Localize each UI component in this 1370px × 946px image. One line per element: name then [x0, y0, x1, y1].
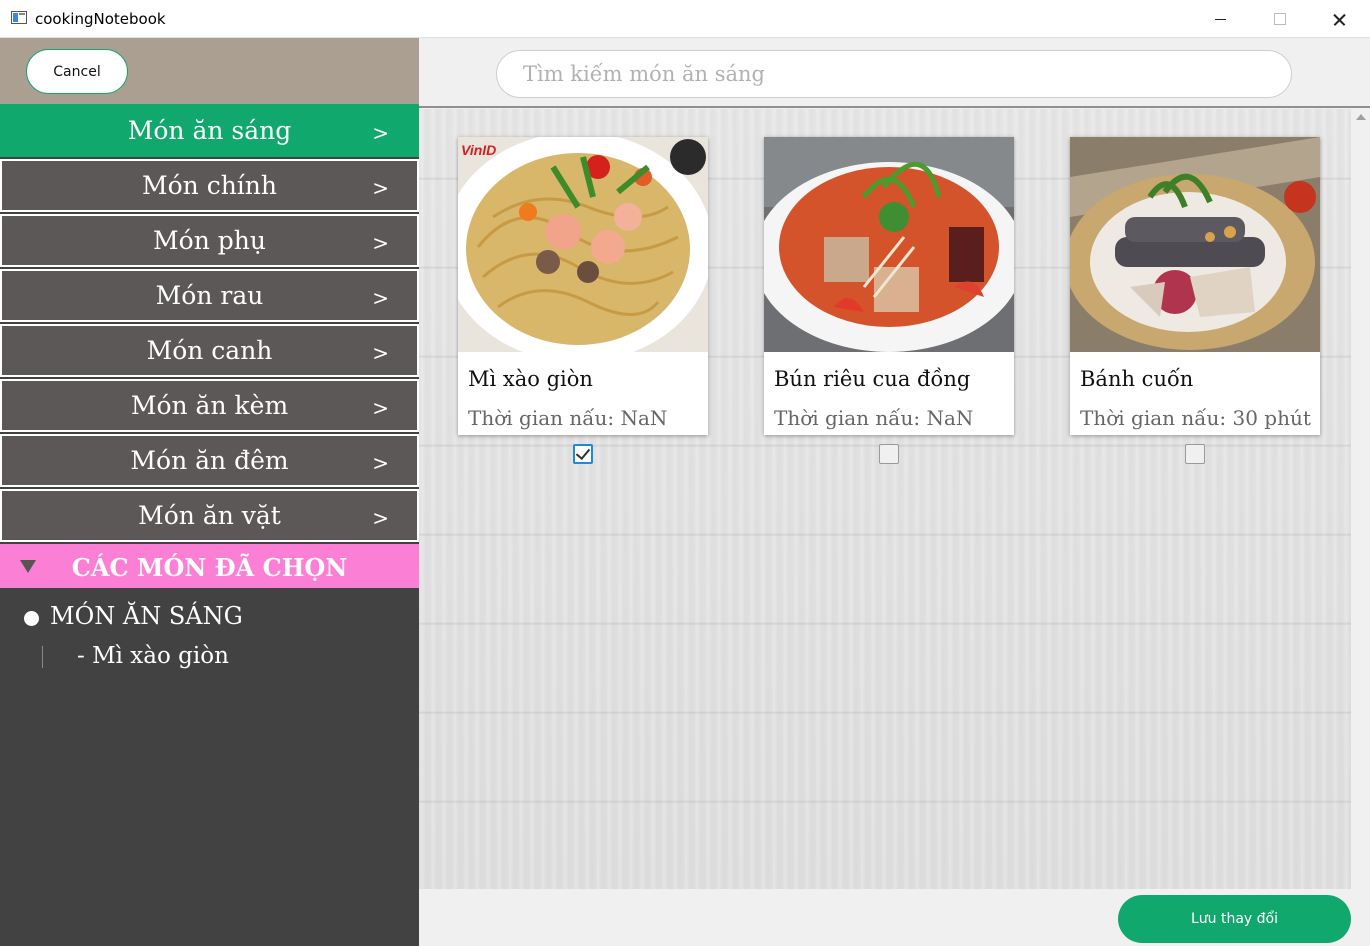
tree-group-label: MÓN ĂN SÁNG — [50, 602, 243, 630]
selected-dishes-title: CÁC MÓN ĐÃ CHỌN — [71, 553, 348, 582]
chevron-right-icon: > — [372, 451, 389, 475]
sidebar-header: Cancel — [0, 38, 419, 104]
category-item-mon-an-dem[interactable]: Món ăn đêm > — [0, 434, 419, 487]
dish-cook-time: Thời gian nấu: NaN — [468, 406, 668, 430]
category-list: Món ăn sáng > Món chính > Món phụ > Món … — [0, 104, 419, 544]
vertical-scrollbar[interactable] — [1351, 109, 1370, 889]
category-label: Món canh — [146, 336, 273, 365]
category-label: Món chính — [142, 171, 277, 200]
category-label: Món rau — [155, 281, 264, 310]
tree-item-label: - Mì xào giòn — [77, 643, 229, 669]
search-bar-area — [419, 38, 1370, 108]
chevron-right-icon: > — [372, 176, 389, 200]
dish-card[interactable]: VinID Mì xào giòn Thời gian nấu: NaN — [458, 137, 708, 435]
dish-grid: VinID Mì xào giòn Thời gian nấu: NaN Bún… — [419, 109, 1351, 889]
dish-image — [1070, 137, 1320, 352]
sidebar: Cancel Món ăn sáng > Món chính > Món phụ… — [0, 38, 419, 946]
window-title: cookingNotebook — [35, 10, 166, 28]
category-label: Món ăn sáng — [127, 116, 292, 145]
category-item-mon-rau[interactable]: Món rau > — [0, 269, 419, 322]
chevron-right-icon: > — [372, 231, 389, 255]
category-item-mon-an-vat[interactable]: Món ăn vặt > — [0, 489, 419, 542]
search-input[interactable] — [496, 50, 1292, 98]
chevron-right-icon: > — [372, 396, 389, 420]
dish-name: Bánh cuốn — [1080, 367, 1194, 391]
tree-connector — [42, 646, 43, 668]
category-label: Món ăn kèm — [130, 391, 289, 420]
dish-checkbox[interactable] — [573, 444, 593, 464]
checkmark-icon — [575, 444, 591, 461]
watermark-text: VinID — [461, 142, 497, 158]
save-changes-button[interactable]: Lưu thay đổi — [1118, 895, 1351, 943]
category-item-mon-phu[interactable]: Món phụ > — [0, 214, 419, 267]
chevron-right-icon: > — [372, 341, 389, 365]
chevron-right-icon: > — [372, 121, 389, 145]
dish-name: Bún riêu cua đồng — [774, 367, 971, 391]
category-label: Món ăn đêm — [130, 446, 289, 475]
chevron-right-icon: > — [372, 506, 389, 530]
dish-card[interactable]: Bún riêu cua đồng Thời gian nấu: NaN — [764, 137, 1014, 435]
dish-name: Mì xào giòn — [468, 367, 593, 391]
category-item-mon-an-kem[interactable]: Món ăn kèm > — [0, 379, 419, 432]
category-label: Món ăn vặt — [138, 501, 281, 530]
close-icon[interactable] — [1316, 0, 1362, 38]
minimize-icon[interactable] — [1198, 0, 1244, 38]
dish-image — [764, 137, 1014, 352]
selected-dishes-header[interactable]: CÁC MÓN ĐÃ CHỌN — [0, 544, 419, 588]
dish-cook-time: Thời gian nấu: NaN — [774, 406, 974, 430]
dish-checkbox[interactable] — [879, 444, 899, 464]
dish-cook-time: Thời gian nấu: 30 phút — [1080, 406, 1311, 430]
bullet-icon — [24, 611, 39, 626]
category-label: Món phụ — [153, 226, 266, 255]
scroll-up-icon[interactable] — [1356, 114, 1366, 120]
category-item-mon-chinh[interactable]: Món chính > — [0, 159, 419, 212]
app-icon — [11, 11, 27, 24]
cancel-button[interactable]: Cancel — [26, 49, 128, 94]
dish-checkbox[interactable] — [1185, 444, 1205, 464]
chevron-right-icon: > — [372, 286, 389, 310]
dish-card[interactable]: Bánh cuốn Thời gian nấu: 30 phút — [1070, 137, 1320, 435]
title-bar: cookingNotebook — [0, 0, 1370, 38]
category-item-mon-canh[interactable]: Món canh > — [0, 324, 419, 377]
category-item-mon-an-sang[interactable]: Món ăn sáng > — [0, 104, 419, 157]
maximize-icon[interactable] — [1257, 0, 1303, 38]
footer-bar: Lưu thay đổi — [419, 889, 1370, 946]
dish-image: VinID — [458, 137, 708, 352]
